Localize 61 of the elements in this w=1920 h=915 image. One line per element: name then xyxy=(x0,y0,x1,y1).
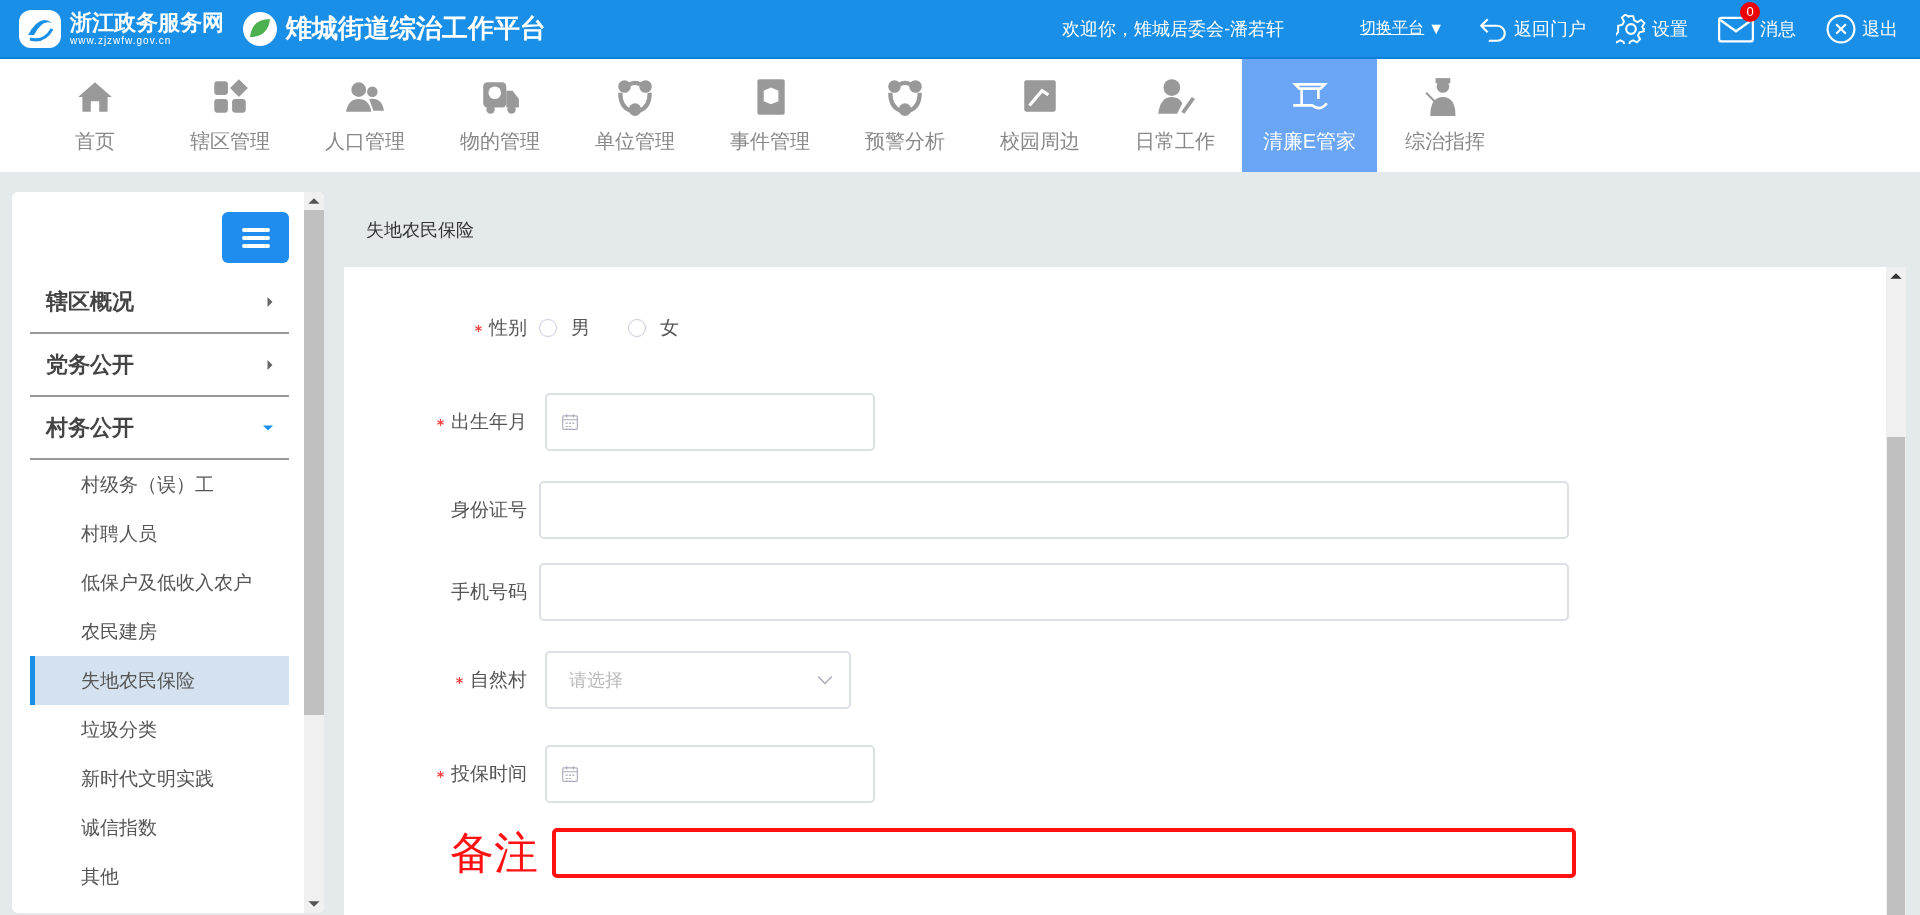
switch-platform-link[interactable]: 切换平台 xyxy=(1360,18,1425,39)
nav-tab[interactable]: 事件管理 xyxy=(702,59,837,172)
platform-title: 雉城街道综治工作平台 xyxy=(286,12,546,45)
back-link[interactable]: 返回门户 xyxy=(1514,16,1586,41)
nav-tab[interactable]: 首页 xyxy=(27,59,162,172)
menu-button[interactable] xyxy=(222,212,289,263)
nav-tab[interactable]: 预警分析 xyxy=(837,59,972,172)
field-label: 投保时间 xyxy=(451,762,527,786)
leaf-logo-icon xyxy=(242,10,278,47)
page-title: 失地农民保险 xyxy=(365,218,475,242)
nav-tab[interactable]: 综治指挥 xyxy=(1377,59,1512,172)
portal-url: www.zjzwfw.gov.cn xyxy=(70,35,173,46)
sidebar-item[interactable]: 其他 xyxy=(30,852,289,901)
date-field[interactable] xyxy=(545,393,875,451)
calendar-icon xyxy=(561,413,579,431)
welcome-text: 欢迎你，雉城居委会-潘若轩 xyxy=(1062,17,1285,41)
nav-tab[interactable]: 人口管理 xyxy=(297,59,432,172)
nav-tab[interactable]: 辖区管理 xyxy=(162,59,297,172)
field-label: 出生年月 xyxy=(451,410,527,434)
sidebar-group[interactable]: 村务公开 xyxy=(30,397,289,460)
nav-tab[interactable]: 清廉E管家 xyxy=(1242,59,1377,172)
sidebar-item[interactable]: 农民建房 xyxy=(30,607,289,656)
settings-link[interactable]: 设置 xyxy=(1652,16,1688,41)
input-field[interactable] xyxy=(552,828,1576,878)
nav-tab[interactable]: 日常工作 xyxy=(1107,59,1242,172)
sidebar-item[interactable]: 村聘人员 xyxy=(30,509,289,558)
field-label: 自然村 xyxy=(470,668,527,692)
sidebar-item[interactable]: 新时代文明实践 xyxy=(30,754,289,803)
menu-icon xyxy=(240,226,271,249)
caret-right-icon xyxy=(265,295,275,308)
close-icon[interactable] xyxy=(1826,13,1856,44)
select-field[interactable]: 请选择 xyxy=(545,651,851,709)
exit-link[interactable]: 退出 xyxy=(1862,16,1898,41)
chevron-down-icon xyxy=(817,675,833,685)
sidebar-item[interactable]: 低保户及低收入农户 xyxy=(30,558,289,607)
scrollbar[interactable] xyxy=(304,192,324,913)
message-count-badge: 0 xyxy=(1740,1,1760,22)
caret-right-icon xyxy=(265,358,275,371)
sidebar-item[interactable]: 诚信指数 xyxy=(30,803,289,852)
nav-tab[interactable]: 单位管理 xyxy=(567,59,702,172)
sidebar-item[interactable]: 村级务（误）工 xyxy=(30,460,289,509)
field-label: 手机号码 xyxy=(451,580,527,604)
radio-option[interactable]: 男 xyxy=(539,315,590,341)
sidebar-group[interactable]: 辖区概况 xyxy=(30,271,289,334)
field-label: 身份证号 xyxy=(451,498,527,522)
sidebar-group[interactable]: 党务公开 xyxy=(30,334,289,397)
caret-icon[interactable]: ▼ xyxy=(1428,19,1444,38)
field-label: 备注 xyxy=(450,826,538,879)
field-label: 性别 xyxy=(489,316,527,340)
portal-logo-icon xyxy=(18,8,62,49)
settings-icon[interactable] xyxy=(1616,13,1646,44)
nav-tab[interactable]: 物的管理 xyxy=(432,59,567,172)
portal-name: 浙江政务服务网 xyxy=(70,11,224,35)
scrollbar[interactable] xyxy=(1886,267,1906,915)
sidebar-item[interactable]: 垃圾分类 xyxy=(30,705,289,754)
nav-tab[interactable]: 校园周边 xyxy=(972,59,1107,172)
calendar-icon xyxy=(561,765,579,783)
sidebar-item[interactable]: 失地农民保险 xyxy=(30,656,289,705)
date-field[interactable] xyxy=(545,745,875,803)
messages-link[interactable]: 消息 xyxy=(1760,16,1796,41)
radio-option[interactable]: 女 xyxy=(628,315,679,341)
